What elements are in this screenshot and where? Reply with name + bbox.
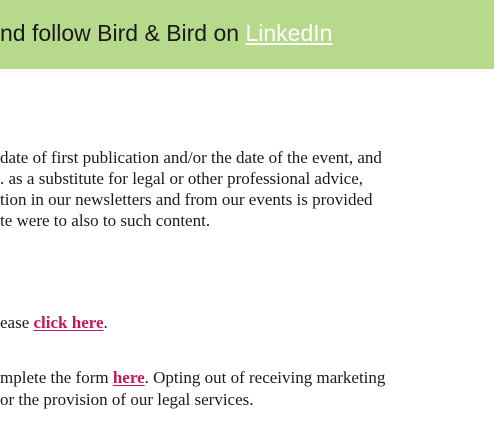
unsubscribe-line: ease click here. <box>0 312 108 334</box>
disclaimer-line: tion in our newsletters and from our eve… <box>0 190 373 209</box>
linkedin-link[interactable]: LinkedIn <box>245 20 332 46</box>
form-here-link[interactable]: here <box>113 368 145 387</box>
disclaimer-line: date of first publication and/or the dat… <box>0 148 382 167</box>
unsubscribe-prefix: ease <box>0 313 34 332</box>
optout-line: mplete the form here. Opting out of rece… <box>0 367 385 389</box>
optout-line-2: or the provision of our legal services. <box>0 390 254 409</box>
optout-prefix: mplete the form <box>0 368 113 387</box>
banner-prefix: nd follow Bird & Bird on <box>0 20 246 46</box>
disclaimer-line: . as a substitute for legal or other pro… <box>0 169 364 188</box>
banner-text: nd follow Bird & Bird on LinkedIn <box>0 18 332 48</box>
disclaimer-line: te were to also to such content. <box>0 211 211 230</box>
unsubscribe-suffix: . <box>103 313 108 332</box>
linkedin-banner: nd follow Bird & Bird on LinkedIn <box>0 0 494 69</box>
optout-suffix: . Opting out of receiving marketing <box>144 368 386 387</box>
click-here-link[interactable]: click here <box>34 313 104 332</box>
